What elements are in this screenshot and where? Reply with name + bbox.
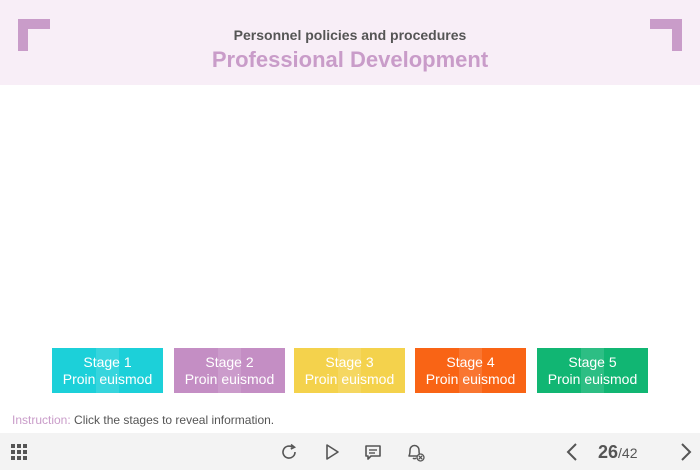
slide-subtitle: Personnel policies and procedures xyxy=(233,27,467,43)
notification-muted-icon[interactable] xyxy=(404,441,426,463)
stage-4-sublabel: Proin euismod xyxy=(425,370,516,387)
stage-5-sublabel: Proin euismod xyxy=(547,370,638,387)
comment-icon[interactable] xyxy=(362,441,384,463)
stage-3-sublabel: Proin euismod xyxy=(304,370,395,387)
stage-2-button[interactable]: Stage 2 Proin euismod xyxy=(174,348,285,393)
total-pages: /42 xyxy=(618,445,638,461)
stage-4-label: Stage 4 xyxy=(446,353,495,370)
stage-1-button[interactable]: Stage 1 Proin euismod xyxy=(52,348,163,393)
stage-1-label: Stage 1 xyxy=(83,353,132,370)
current-page: 26 xyxy=(598,442,619,462)
next-arrow-icon[interactable] xyxy=(674,441,696,463)
instruction-text: Instruction: Click the stages to reveal … xyxy=(12,413,274,427)
prev-arrow-icon[interactable] xyxy=(562,441,584,463)
instruction-label: Instruction: xyxy=(12,413,71,427)
grid-menu-icon[interactable] xyxy=(8,441,30,463)
stage-2-label: Stage 2 xyxy=(205,353,254,370)
page-counter: 26/42 xyxy=(598,442,638,463)
player-toolbar: 26/42 xyxy=(0,433,700,470)
stage-5-button[interactable]: Stage 5 Proin euismod xyxy=(537,348,648,393)
replay-icon[interactable] xyxy=(278,441,300,463)
stage-3-button[interactable]: Stage 3 Proin euismod xyxy=(294,348,405,393)
play-icon[interactable] xyxy=(321,441,343,463)
slide-title: Professional Development xyxy=(211,47,489,72)
instruction-body: Click the stages to reveal information. xyxy=(74,413,275,427)
slide-header: Personnel policies and procedures Profes… xyxy=(0,0,700,85)
stage-4-button[interactable]: Stage 4 Proin euismod xyxy=(415,348,526,393)
stage-3-label: Stage 3 xyxy=(325,353,374,370)
stage-2-sublabel: Proin euismod xyxy=(184,370,275,387)
stage-1-sublabel: Proin euismod xyxy=(62,370,153,387)
stage-5-label: Stage 5 xyxy=(568,353,617,370)
stages-row: Stage 1 Proin euismod Stage 2 Proin euis… xyxy=(52,348,652,393)
